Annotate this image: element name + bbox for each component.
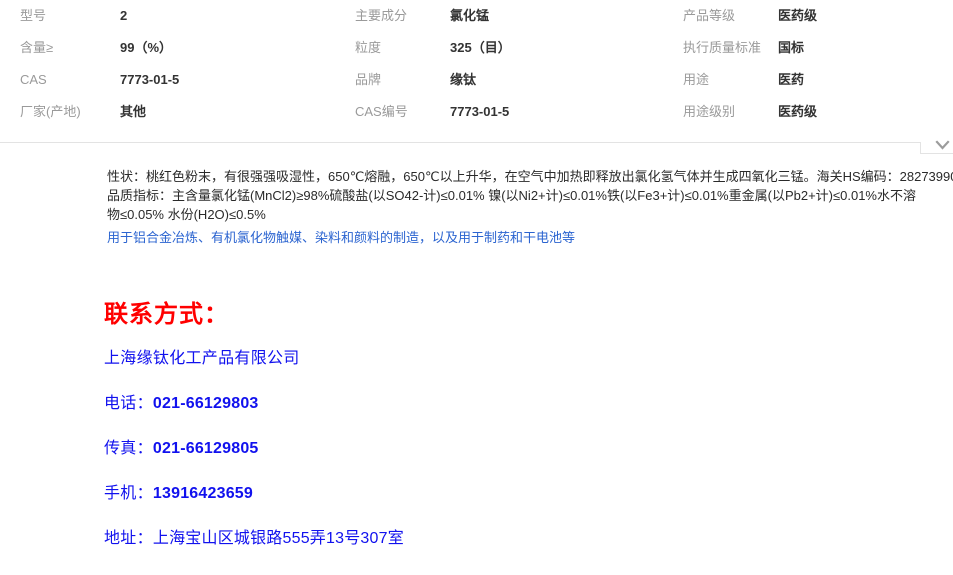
- spec-value-product-grade: 医药级: [778, 8, 818, 23]
- spec-value-content: 99（%）: [120, 40, 173, 55]
- address-label: 地址：: [104, 530, 153, 547]
- spec-value-usage: 医药: [778, 72, 805, 87]
- spec-label-brand: 品牌: [355, 72, 382, 87]
- spec-label-product-grade: 产品等级: [683, 8, 736, 23]
- address-line: 地址：上海宝山区城银路555弄13号307室: [104, 528, 884, 550]
- phone-value[interactable]: 021-66129803: [153, 395, 259, 412]
- spec-label-quality-standard: 执行质量标准: [683, 40, 762, 55]
- contact-section: 联系方式： 上海缘钛化工产品有限公司 电话：021-66129803 传真：02…: [104, 300, 884, 573]
- mobile-line: 手机：13916423659: [104, 483, 884, 505]
- description-usage-line: 用于铝合金冶炼、有机氯化物触媒、染料和颜料的制造，以及用于制药和干电池等: [107, 230, 576, 245]
- table-row: 含量≥ 99（%） 粒度 325（目） 执行质量标准 国标: [0, 32, 953, 64]
- spec-value-brand: 缘钛: [450, 72, 477, 87]
- product-description: 性状：桃红色粉末，有很强强吸湿性，650℃熔融，650℃以上升华，在空气中加热即…: [107, 167, 953, 247]
- spec-label-usage: 用途: [683, 72, 710, 87]
- spec-value-particle-size: 325（目）: [450, 40, 511, 55]
- description-quality-line-2: 物≤0.05% 水份(H2O)≤0.5%: [107, 207, 266, 222]
- contact-heading: 联系方式：: [104, 301, 229, 328]
- spec-label-particle-size: 粒度: [355, 40, 382, 55]
- phone-line: 电话：021-66129803: [104, 393, 884, 415]
- spec-value-cas-number: 7773-01-5: [450, 104, 510, 119]
- divider-line: [0, 142, 920, 143]
- address-value: 上海宝山区城银路555弄13号307室: [152, 530, 404, 547]
- spec-value-cas: 7773-01-5: [120, 72, 180, 87]
- company-name: 上海缘钛化工产品有限公司: [104, 350, 300, 367]
- spec-value-model: 2: [120, 8, 128, 23]
- description-properties-line: 性状：桃红色粉末，有很强强吸湿性，650℃熔融，650℃以上升华，在空气中加热即…: [107, 169, 953, 184]
- spec-label-cas: CAS: [20, 72, 47, 87]
- spec-label-cas-number: CAS编号: [355, 104, 408, 119]
- spec-label-main-ingredient: 主要成分: [355, 8, 408, 23]
- chevron-down-icon[interactable]: [932, 137, 953, 153]
- fax-line: 传真：021-66129805: [104, 438, 884, 460]
- mobile-label: 手机：: [104, 485, 153, 502]
- table-row: 厂家(产地) 其他 CAS编号 7773-01-5 用途级别 医药级: [0, 96, 953, 128]
- divider-line-right: [920, 153, 953, 154]
- fax-label: 传真：: [104, 440, 153, 457]
- spec-label-usage-grade: 用途级别: [683, 104, 736, 119]
- spec-value-usage-grade: 医药级: [778, 104, 818, 119]
- table-row: CAS 7773-01-5 品牌 缘钛 用途 医药: [0, 64, 953, 96]
- spec-table-divider: [0, 137, 953, 165]
- spec-label-content: 含量≥: [20, 40, 54, 55]
- phone-label: 电话：: [104, 395, 153, 412]
- spec-label-model: 型号: [20, 8, 47, 23]
- description-quality-line: 品质指标：主含量氯化锰(MnCl2)≥98%硫酸盐(以SO42-计)≤0.01%…: [107, 188, 916, 203]
- mobile-value[interactable]: 13916423659: [153, 485, 253, 502]
- spec-value-manufacturer: 其他: [120, 104, 147, 119]
- spec-value-main-ingredient: 氯化锰: [450, 8, 490, 23]
- product-spec-table: 型号 2 主要成分 氯化锰 产品等级 医药级 含量≥ 99（%） 粒度 325（…: [0, 0, 953, 134]
- fax-value[interactable]: 021-66129805: [153, 440, 259, 457]
- table-row: 型号 2 主要成分 氯化锰 产品等级 医药级: [0, 0, 953, 32]
- spec-label-manufacturer: 厂家(产地): [20, 104, 81, 119]
- spec-value-quality-standard: 国标: [778, 40, 805, 55]
